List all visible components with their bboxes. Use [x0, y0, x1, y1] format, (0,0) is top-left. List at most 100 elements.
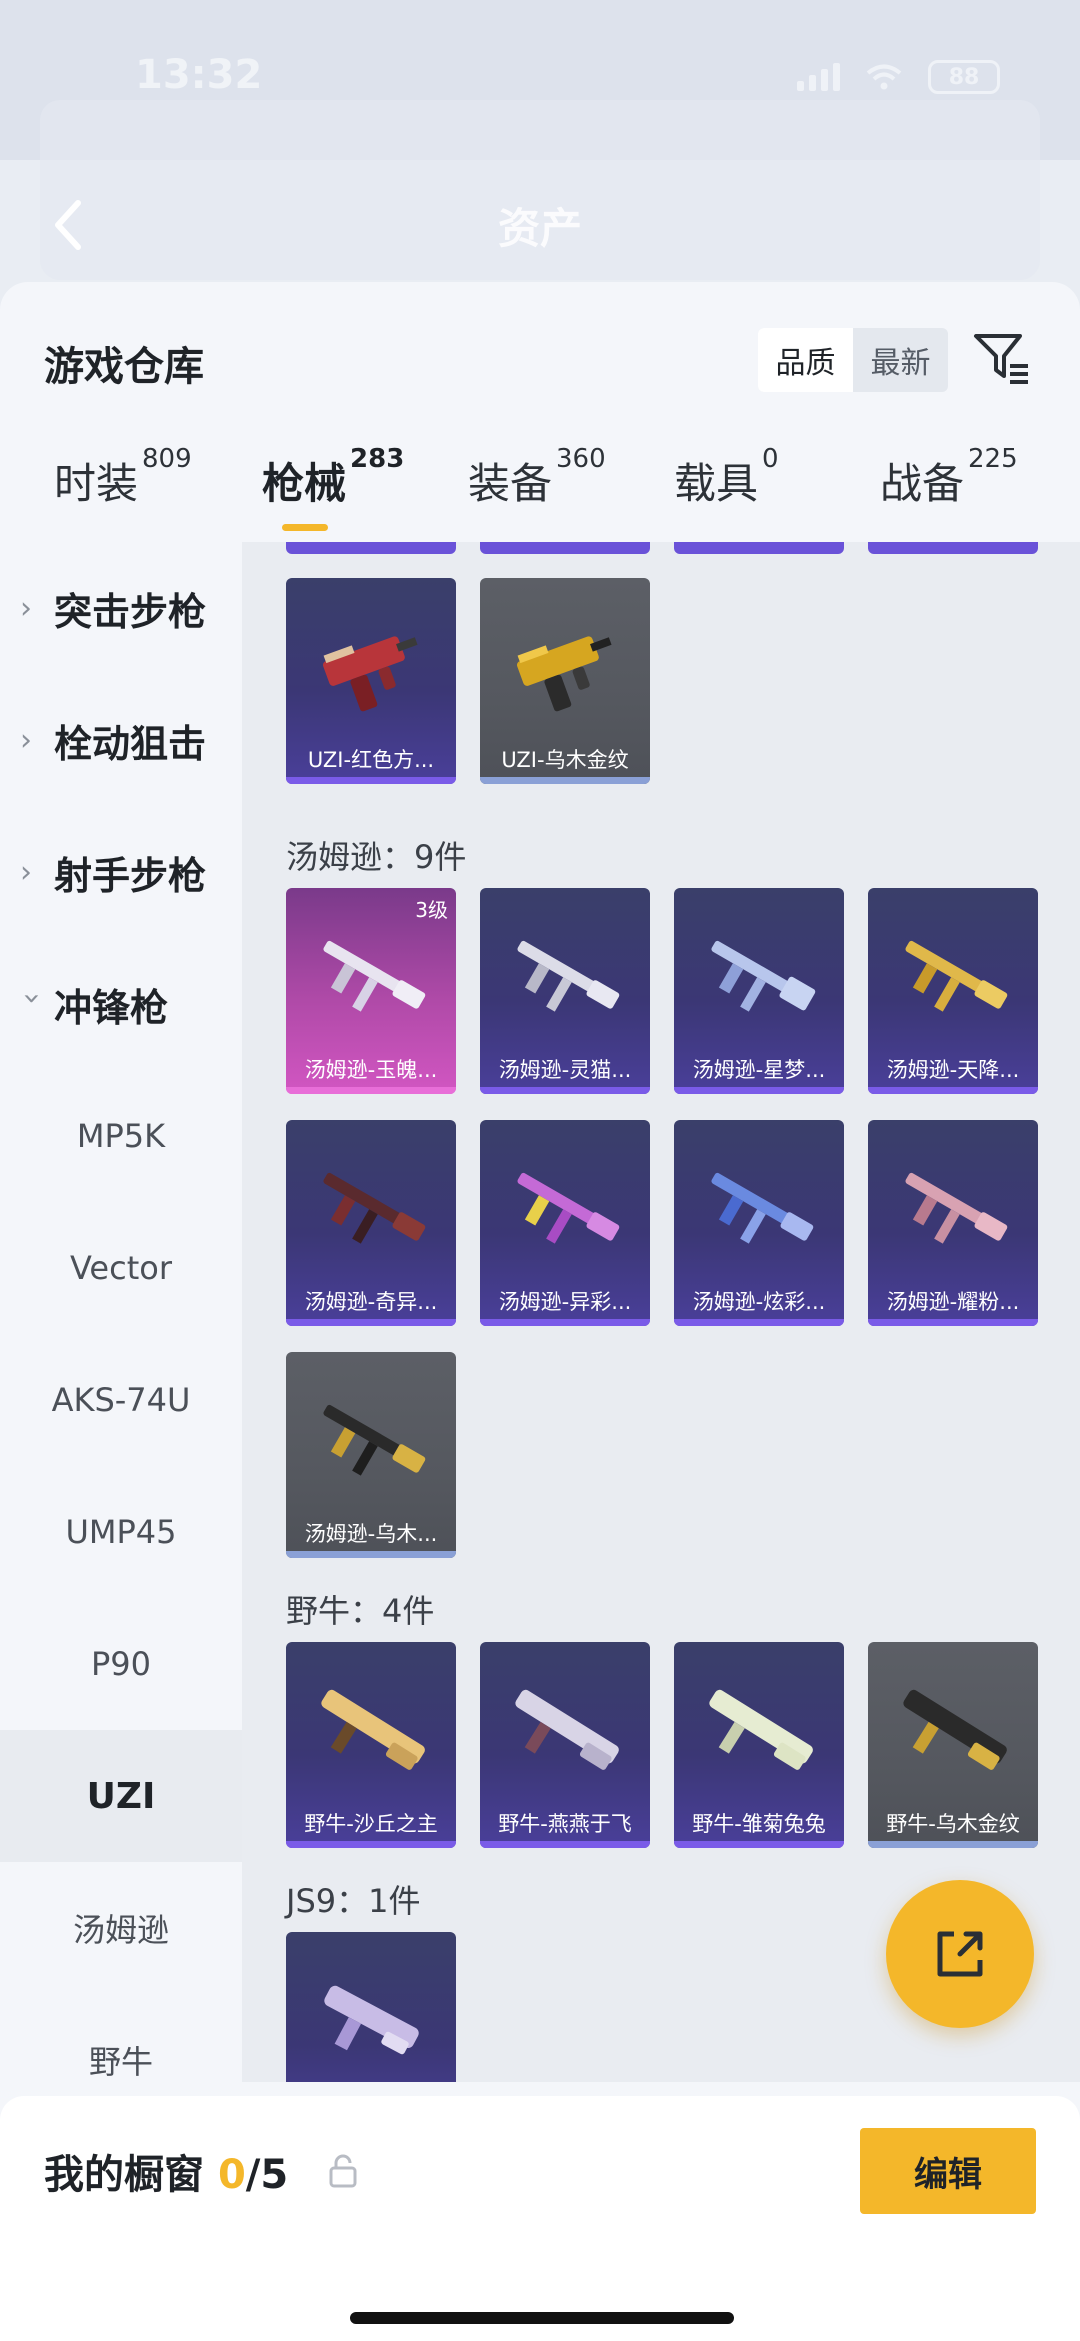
status-icons: 88 [797, 60, 1000, 94]
item-name: 汤姆逊-奇异... [304, 1290, 438, 1314]
tab-count: 809 [142, 444, 192, 474]
item-name: 野牛-乌木金纹 [886, 1812, 1020, 1836]
section-header-js9: JS9：1件 [286, 1882, 421, 1920]
sidebar-item-uzi[interactable]: UZI [0, 1730, 242, 1862]
item-card[interactable]: 汤姆逊-奇异... [286, 1120, 456, 1326]
chevron-right-icon: › [20, 590, 32, 626]
thompson-skin-icon [711, 1172, 814, 1244]
item-name: 汤姆逊-天降... [886, 1058, 1020, 1082]
item-card[interactable]: 汤姆逊-耀粉... [868, 1120, 1038, 1326]
category-label: 射手步枪 [54, 853, 207, 898]
item-name: UZI-红色方... [307, 748, 435, 772]
item-card[interactable]: 野牛-燕燕于飞 [480, 1642, 650, 1848]
weapon-category-sidebar: › 突击步枪 › 栓动狙击 › 射手步枪 › 冲锋枪 MP5K Vector AKS-7… [0, 542, 242, 2082]
bison-skin-icon [321, 1689, 425, 1770]
share-icon [937, 1931, 983, 1977]
chevron-down-icon: › [14, 992, 50, 1004]
tab-label: 枪械 [262, 459, 347, 508]
item-name: 野牛-燕燕于飞 [498, 1812, 632, 1836]
item-card[interactable]: 汤姆逊-异彩... [480, 1120, 650, 1326]
sort-quality-button[interactable]: 品质 [758, 328, 853, 392]
battery-icon: 88 [928, 60, 1000, 94]
item-card[interactable]: 汤姆逊-星梦... [674, 888, 844, 1094]
tab-label: 时装 [54, 459, 139, 508]
status-time: 13:32 [135, 52, 263, 98]
item-name: 汤姆逊-炫彩... [692, 1290, 826, 1314]
sidebar-item-mp5k[interactable]: MP5K [0, 1070, 242, 1202]
item-card[interactable]: 汤姆逊-灵猫... [480, 888, 650, 1094]
js9-skin-icon [324, 1985, 419, 2055]
signal-icon [797, 63, 840, 91]
tab-equipment[interactable]: 装备 360 [468, 444, 606, 511]
item-card[interactable]: 汤姆逊-炫彩... [674, 1120, 844, 1326]
sidebar-item-p90[interactable]: P90 [0, 1598, 242, 1730]
item-name: 汤姆逊-玉魄... [304, 1058, 438, 1082]
item-card[interactable]: 野牛-乌木金纹 [868, 1642, 1038, 1848]
uzi-skin-icon [323, 636, 418, 712]
share-button[interactable] [886, 1880, 1034, 2028]
tab-vehicles[interactable]: 载具 0 [674, 444, 779, 511]
thompson-skin-icon [517, 940, 620, 1012]
page-title: 游戏仓库 [44, 344, 204, 390]
thompson-skin-icon [905, 1172, 1008, 1244]
item-card[interactable]: 野牛-雏菊兔兔 [674, 1642, 844, 1848]
partial-card [674, 542, 844, 554]
sidebar-item-thompson[interactable]: 汤姆逊 [0, 1862, 242, 1994]
chevron-right-icon: › [20, 722, 32, 758]
filter-icon[interactable] [970, 326, 1034, 390]
partial-card [286, 542, 456, 554]
tab-label: 装备 [468, 459, 553, 508]
thompson-skin-icon [517, 1172, 620, 1244]
item-card[interactable]: 野牛-沙丘之主 [286, 1642, 456, 1848]
warehouse-sheet: 游戏仓库 品质 最新 时装 809 枪械 283 装备 360 载具 0 战备 225 ›… [0, 282, 1080, 2341]
edit-button[interactable]: 编辑 [860, 2128, 1036, 2214]
uzi-skin-icon [517, 636, 612, 712]
wifi-icon [866, 64, 902, 90]
tab-count: 283 [350, 444, 405, 474]
sidebar-category-bolt-sniper[interactable]: › 栓动狙击 [0, 674, 242, 806]
item-card[interactable]: 3级 汤姆逊-玉魄... [286, 888, 456, 1094]
showcase-total-count: /5 [245, 2152, 289, 2198]
item-name: 汤姆逊-乌木... [304, 1522, 438, 1546]
sidebar-item-aks74u[interactable]: AKS-74U [0, 1334, 242, 1466]
partial-card [480, 542, 650, 554]
sort-newest-button[interactable]: 最新 [853, 328, 948, 392]
showcase-label: 我的橱窗 [44, 2152, 204, 2198]
nav-title: 资产 [497, 204, 582, 253]
item-card[interactable]: UZI-红色方... [286, 578, 456, 784]
item-name: 汤姆逊-星梦... [692, 1058, 826, 1082]
bison-skin-icon [515, 1689, 619, 1770]
showcase-current-count: 0 [217, 2152, 246, 2198]
sidebar-category-smg[interactable]: › 冲锋枪 [0, 938, 242, 1070]
item-card[interactable]: UZI-乌木金纹 [480, 578, 650, 784]
home-indicator [350, 2312, 734, 2324]
item-card[interactable] [286, 1932, 456, 2082]
category-label: 栓动狙击 [54, 721, 207, 766]
section-header-thompson: 汤姆逊：9件 [286, 838, 467, 876]
chevron-right-icon: › [20, 854, 32, 890]
category-label: 突击步枪 [54, 589, 207, 634]
tab-firearms[interactable]: 枪械 283 [262, 444, 404, 511]
bison-skin-icon [903, 1689, 1007, 1770]
item-grid: UZI-红色方... UZI-乌木金纹 汤姆逊：9件 3级 汤姆逊-玉魄... … [242, 542, 1080, 2082]
tab-count: 360 [556, 444, 606, 474]
tab-fashion[interactable]: 时装 809 [54, 444, 192, 511]
thompson-skin-icon [323, 940, 426, 1012]
bison-skin-icon [709, 1689, 813, 1770]
section-header-bison: 野牛：4件 [286, 1592, 435, 1630]
tab-count: 0 [762, 444, 779, 474]
thompson-skin-icon [905, 940, 1008, 1012]
tab-supplies[interactable]: 战备 225 [880, 444, 1018, 511]
thompson-skin-icon [323, 1404, 426, 1476]
sidebar-category-marksman-rifle[interactable]: › 射手步枪 [0, 806, 242, 938]
thompson-skin-icon [711, 940, 816, 1012]
item-card[interactable]: 汤姆逊-天降... [868, 888, 1038, 1094]
sidebar-item-vector[interactable]: Vector [0, 1202, 242, 1334]
category-label: 冲锋枪 [54, 985, 169, 1030]
sidebar-item-ump45[interactable]: UMP45 [0, 1466, 242, 1598]
item-name: 野牛-沙丘之主 [304, 1812, 438, 1836]
item-name: 汤姆逊-异彩... [498, 1290, 632, 1314]
sidebar-category-assault-rifle[interactable]: › 突击步枪 [0, 542, 242, 674]
tab-label: 载具 [674, 459, 759, 508]
item-card[interactable]: 汤姆逊-乌木... [286, 1352, 456, 1558]
